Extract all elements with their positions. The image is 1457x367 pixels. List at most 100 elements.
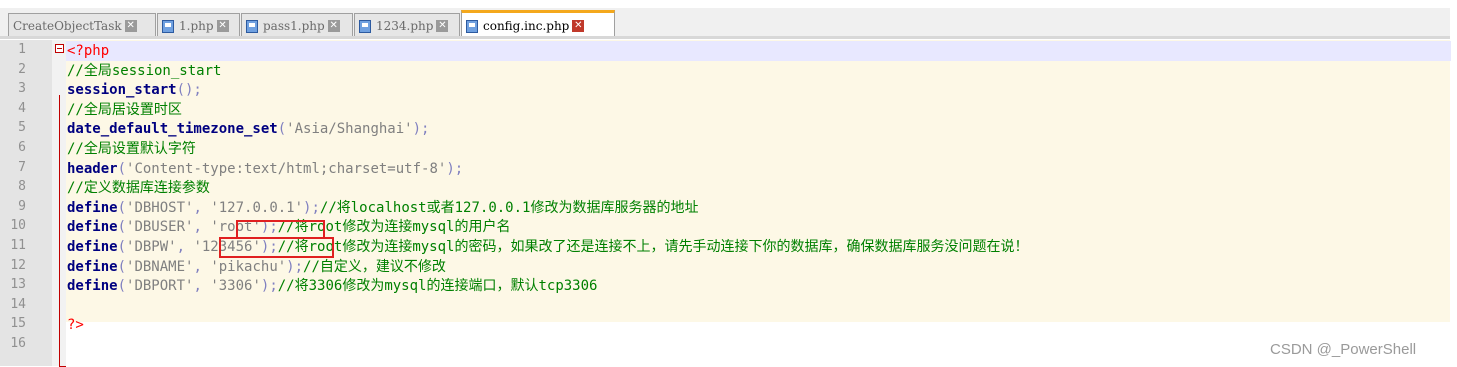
close-icon[interactable]: ✕ xyxy=(572,20,585,32)
code-token: , xyxy=(193,219,211,236)
code-token: ); xyxy=(286,258,304,275)
code-token: //自定义，建议不修改 xyxy=(303,258,446,275)
tab-config-inc-php[interactable]: config.inc.php ✕ xyxy=(461,10,615,39)
line-number: 12 xyxy=(10,257,26,273)
code-token: //全局设置默认字符 xyxy=(67,141,196,157)
code-token: ( xyxy=(117,278,127,295)
line-number: 10 xyxy=(10,218,26,234)
code-token: , xyxy=(193,199,211,216)
code-token: ( xyxy=(277,121,287,138)
code-token: <?php xyxy=(67,43,110,59)
code-token: (); xyxy=(176,82,202,99)
code-token: ); xyxy=(412,121,430,138)
code-token: ( xyxy=(117,219,127,236)
code-token: ?> xyxy=(67,317,84,334)
tab-pass1-php[interactable]: pass1.php ✕ xyxy=(241,13,353,38)
tab-label: pass1.php xyxy=(263,19,325,33)
file-icon xyxy=(466,19,478,33)
line-number: 11 xyxy=(10,238,26,253)
code-token: 'DBPORT' xyxy=(126,278,194,295)
close-icon[interactable]: ✕ xyxy=(436,20,449,32)
code-line[interactable]: 1 <?php xyxy=(0,41,1451,61)
code-text: //全局设置默认字符 xyxy=(66,139,1451,159)
code-token: //全局居设置时区 xyxy=(67,101,182,118)
line-number: 13 xyxy=(10,277,26,293)
code-token: //全局session_start xyxy=(67,62,222,79)
code-token: , xyxy=(193,278,211,295)
code-token: ( xyxy=(117,199,127,216)
code-line[interactable]: 7 header('Content-type:text/html;charset=… xyxy=(0,159,1450,179)
tab-label: config.inc.php xyxy=(483,19,570,33)
code-token: 'Content-type:text/html;charset=utf-8' xyxy=(126,160,447,177)
line-number: 16 xyxy=(10,336,26,351)
code-line[interactable]: 6 //全局设置默认字符 xyxy=(0,139,1450,159)
line-number: 9 xyxy=(18,198,26,214)
code-line[interactable]: 16 xyxy=(0,335,1450,355)
code-line[interactable]: 11 define('DBPW', '123456');//将root修改为连接m… xyxy=(0,237,1450,257)
code-line[interactable]: 15 ?> xyxy=(0,315,1450,335)
code-token: ( xyxy=(117,239,127,255)
code-line[interactable]: 5 date_default_timezone_set('Asia/Shangha… xyxy=(0,119,1450,139)
file-icon xyxy=(162,19,174,33)
line-number: 15 xyxy=(10,316,26,332)
code-token: , xyxy=(176,239,194,255)
code-token: define xyxy=(67,199,118,216)
code-token: ); xyxy=(303,199,320,216)
code-line[interactable]: 8 //定义数据库连接参数 xyxy=(0,178,1450,198)
code-editor[interactable]: 1 <?php 2//全局session_start 3 session_start()… xyxy=(0,40,1451,367)
code-line[interactable]: 4 //全局居设置时区 xyxy=(0,100,1450,120)
code-line[interactable]: 10 define('DBUSER', 'root');//将root修改为连接m… xyxy=(0,217,1450,237)
line-number: 14 xyxy=(10,296,26,312)
code-text: session_start(); xyxy=(66,80,1451,100)
code-token: //定义数据库连接参数 xyxy=(67,180,210,197)
code-token: header xyxy=(67,160,118,177)
code-line[interactable]: 9 define('DBHOST', '127.0.0.1');//将localh… xyxy=(0,198,1450,218)
code-text: date_default_timezone_set('Asia/Shanghai… xyxy=(66,119,1451,139)
close-icon[interactable]: ✕ xyxy=(216,20,229,32)
tab-1-php[interactable]: 1.php ✕ xyxy=(157,13,240,38)
code-token: '3306' xyxy=(210,278,261,295)
tab-label: 1234.php xyxy=(376,19,434,33)
code-token: , xyxy=(193,258,211,275)
tab-1234-php[interactable]: 1234.php ✕ xyxy=(354,13,460,38)
code-token: ); xyxy=(446,160,464,177)
code-text: //定义数据库连接参数 xyxy=(66,178,1451,198)
line-number: 3 xyxy=(18,81,26,97)
close-icon[interactable]: ✕ xyxy=(327,20,340,32)
code-token: ( xyxy=(117,160,127,177)
code-text: define('DBNAME', 'pikachu');//自定义，建议不修改 xyxy=(66,257,1451,277)
code-line[interactable]: 3 session_start(); xyxy=(0,80,1450,100)
code-line[interactable]: 14 xyxy=(0,296,1450,316)
code-text: //全局居设置时区 xyxy=(66,100,1451,120)
code-token: define xyxy=(67,278,118,295)
code-line[interactable]: 2 //全局session_start xyxy=(0,61,1450,81)
code-text: define('DBHOST', '127.0.0.1');//将localho… xyxy=(66,198,1451,218)
code-token: //将localhost或者127.0.0.1修改为数据库服务器的地址 xyxy=(319,199,699,216)
code-token: 'DBNAME' xyxy=(126,258,194,275)
code-line[interactable]: 12 define('DBNAME', 'pikachu');//自定义，建议不修… xyxy=(0,257,1450,277)
line-number: 7 xyxy=(18,159,26,175)
line-number: 1 xyxy=(18,42,26,57)
code-token: ); xyxy=(260,278,278,295)
tab-label: CreateObjectTask xyxy=(13,19,122,33)
code-token: 'pikachu' xyxy=(210,258,287,275)
code-line[interactable]: 13 define('DBPORT', '3306');//将3306修改为mys… xyxy=(0,276,1450,296)
file-icon xyxy=(359,19,371,33)
code-token: 'Asia/Shanghai' xyxy=(286,121,413,138)
file-icon xyxy=(246,19,258,33)
code-token: session_start xyxy=(67,82,177,99)
code-token: date_default_timezone_set xyxy=(67,121,278,138)
code-token: //将root修改为连接mysql的密码，如果改了还是连接不上，请先手动连接下你… xyxy=(277,239,1029,255)
code-token: define xyxy=(67,219,118,236)
line-number: 5 xyxy=(18,120,26,136)
code-text: define('DBPORT', '3306');//将3306修改为mysql… xyxy=(66,276,1451,296)
code-token: 'DBHOST' xyxy=(126,199,194,216)
tab-bar-separator xyxy=(0,36,1450,39)
highlight-box-dbpw xyxy=(219,237,334,258)
tab-createobjecttask[interactable]: CreateObjectTask ✕ xyxy=(8,13,156,38)
code-text: header('Content-type:text/html;charset=u… xyxy=(66,159,1451,179)
close-icon[interactable]: ✕ xyxy=(124,20,137,32)
tab-label: 1.php xyxy=(179,19,214,33)
line-number: 6 xyxy=(18,140,26,155)
